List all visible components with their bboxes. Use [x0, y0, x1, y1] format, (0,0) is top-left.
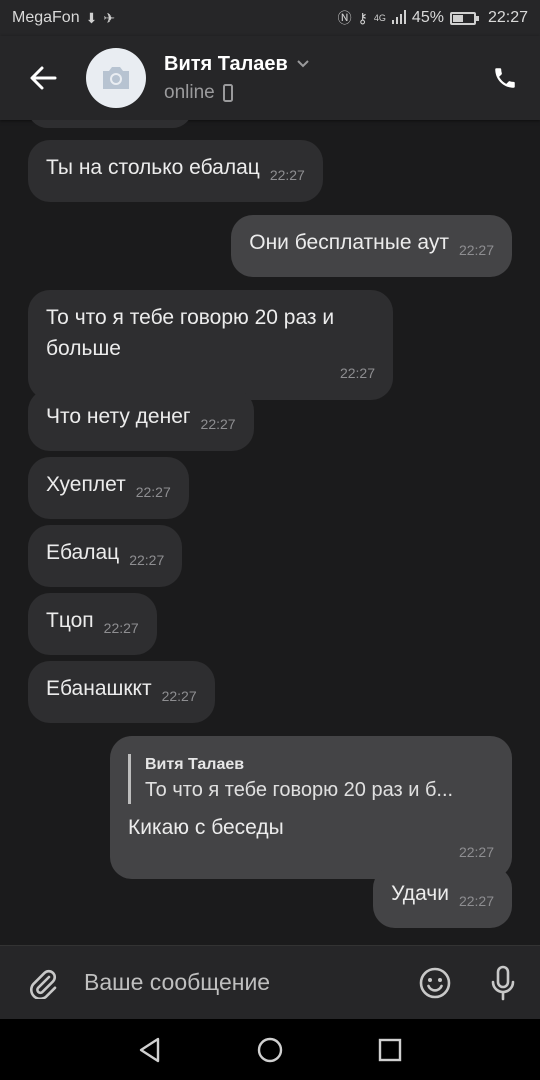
attach-button[interactable]: [0, 946, 84, 1020]
message-text: Они бесплатные аут: [249, 231, 449, 254]
triangle-back-icon: [139, 1037, 160, 1062]
message-time: 22:27: [161, 688, 197, 704]
message-time: 22:27: [458, 893, 494, 909]
microphone-icon: [491, 965, 515, 1000]
key-icon: ⚷: [357, 9, 368, 26]
message-bubble-incoming[interactable]: Ебанашккт 22:27: [28, 661, 215, 723]
battery-icon: [449, 11, 479, 25]
message-composer: [0, 945, 540, 1019]
message-text: Тцоп: [46, 609, 94, 632]
message-time: 22:27: [269, 167, 305, 183]
emoji-icon: [419, 967, 451, 998]
message-bubble-incoming[interactable]: Хуеплет 22:27: [28, 457, 189, 519]
chevron-down-icon: [297, 60, 309, 68]
message-bubble-incoming[interactable]: Ебалац 22:27: [28, 525, 183, 587]
battery-percent: 45%: [411, 9, 444, 26]
download-icon: ⬇: [85, 9, 98, 26]
message-time: 22:27: [103, 620, 139, 636]
status-bar: MegaFon ⬇ ✈ Ⓝ ⚷ 4G 45% 22:27: [0, 0, 540, 36]
message-list[interactable]: Ты на столько ебалац 22:27 Они бесплатные…: [0, 120, 540, 945]
nav-home-button[interactable]: [250, 1030, 290, 1070]
network-type: 4G: [373, 13, 386, 23]
reply-author: Витя Талаев: [145, 756, 245, 773]
contact-name: Витя Талаев: [164, 52, 288, 75]
message-text: Ебанашккт: [46, 677, 152, 700]
message-input[interactable]: [84, 969, 404, 996]
contact-status-row: online: [164, 82, 470, 104]
back-button[interactable]: [0, 36, 86, 120]
message-bubble-outgoing[interactable]: Удачи 22:27: [373, 866, 512, 928]
signal-icon: [391, 9, 406, 27]
message-bubble-outgoing[interactable]: Они бесплатные аут 22:27: [231, 215, 512, 277]
message-bubble-incoming[interactable]: Ты на столько ебалац 22:27: [28, 140, 323, 202]
nfc-icon: Ⓝ: [337, 10, 352, 26]
message-text: Хуеплет: [46, 473, 126, 496]
message-text: Что нету денег: [46, 405, 191, 428]
emoji-button[interactable]: [404, 946, 466, 1020]
nav-back-button[interactable]: [130, 1030, 170, 1070]
message-text: Удачи: [391, 882, 449, 905]
reply-text: То что я тебе говорю 20 раз и б...: [145, 779, 454, 801]
avatar[interactable]: [86, 48, 146, 108]
message-bubble-incoming[interactable]: Что нету денег 22:27: [28, 389, 254, 451]
message-bubble-outgoing-reply[interactable]: Витя Талаев То что я тебе говорю 20 раз …: [110, 736, 512, 879]
arrow-back-icon: [30, 66, 57, 90]
message-text: То что я тебе говорю 20 раз и больше: [46, 306, 335, 360]
contact-name-row: Витя Талаев: [164, 53, 470, 76]
message-time: 22:27: [339, 365, 375, 381]
circle-home-icon: [257, 1037, 283, 1062]
camera-icon: [103, 67, 129, 89]
message-text: Ты на столько ебалац: [46, 156, 260, 179]
message-bubble-partial: [28, 120, 192, 128]
paperclip-icon: [30, 969, 57, 999]
chat-header: Витя Талаев online: [0, 36, 540, 120]
system-navigation-bar: [0, 1019, 540, 1080]
nav-recents-button[interactable]: [370, 1030, 410, 1070]
square-recents-icon: [378, 1038, 402, 1061]
message-time: 22:27: [458, 242, 494, 258]
phone-icon: [495, 68, 515, 88]
message-text: Ебалац: [46, 541, 120, 564]
message-time: 22:27: [458, 844, 494, 860]
message-text: Кикаю с беседы: [128, 816, 284, 839]
contact-info[interactable]: Витя Талаев online: [164, 53, 470, 104]
voice-record-button[interactable]: [466, 946, 540, 1020]
notification-icon: ✈: [103, 9, 116, 26]
clock: 22:27: [487, 9, 528, 26]
call-button[interactable]: [470, 36, 540, 120]
message-time: 22:27: [135, 484, 171, 500]
presence-status: online: [164, 81, 215, 103]
carrier-name: MegaFon: [12, 9, 80, 26]
message-bubble-incoming[interactable]: Тцоп 22:27: [28, 593, 157, 655]
reply-quote[interactable]: Витя Талаев То что я тебе говорю 20 раз …: [128, 754, 494, 804]
message-time: 22:27: [200, 416, 236, 432]
message-bubble-incoming[interactable]: То что я тебе говорю 20 раз и больше 22:…: [28, 290, 393, 400]
mobile-device-icon: [222, 83, 233, 102]
message-time: 22:27: [129, 552, 165, 568]
